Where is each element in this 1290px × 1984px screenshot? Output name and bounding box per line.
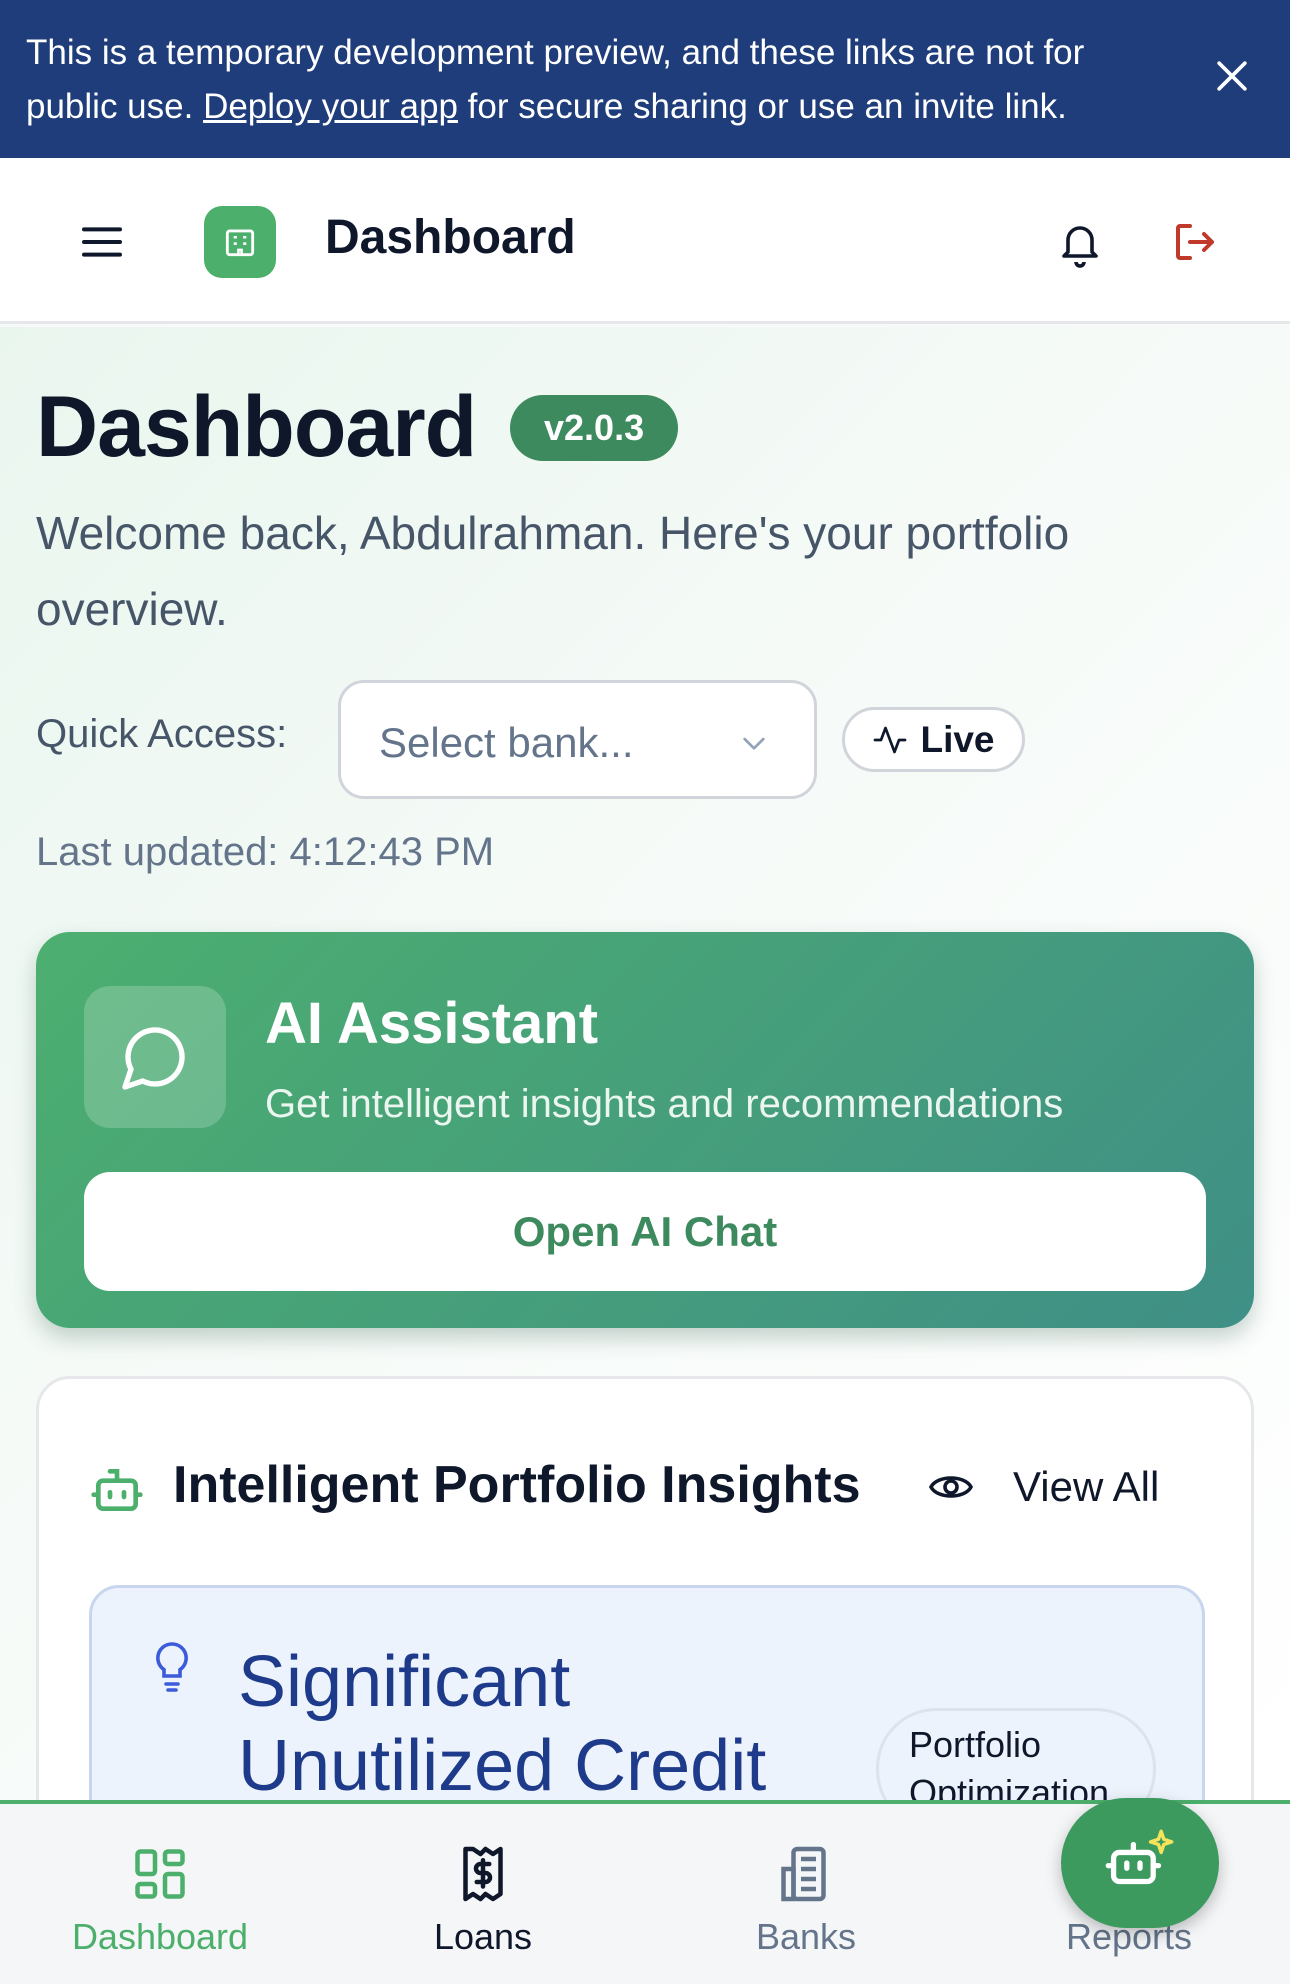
insights-title: Intelligent Portfolio Insights [173,1456,861,1514]
close-icon[interactable] [1210,54,1254,98]
logout-icon[interactable] [1170,218,1218,266]
message-circle-icon [122,1027,185,1090]
header-title: Dashboard [325,211,576,264]
receipt-dollar-icon [463,1846,503,1902]
live-status-button[interactable]: Live [842,707,1025,772]
live-label: Live [920,718,995,760]
building-icon [225,229,255,257]
ai-assistant-fab[interactable] [1061,1798,1219,1928]
bank-select[interactable]: Select bank... [338,680,817,799]
grid-icon [135,1849,185,1899]
bank-select-placeholder: Select bank... [379,719,634,766]
deploy-app-link[interactable]: Deploy your app [203,87,458,126]
insight-title: Significant Unutilized Credit [238,1642,767,1806]
nav-label-banks: Banks [755,1916,857,1957]
banner-text-end: for secure sharing or use an invite link… [457,87,1067,126]
nav-item-banks[interactable]: Banks [676,1844,936,1958]
nav-item-loans[interactable]: Loans [353,1844,613,1958]
building-icon [781,1846,826,1902]
last-updated: Last updated: 4:12:43 PM [36,830,495,874]
portfolio-insights-card: Intelligent Portfolio Insights View All … [36,1376,1254,1885]
lightbulb-icon [156,1642,188,1692]
app-logo [204,206,276,278]
nav-item-dashboard[interactable]: Dashboard [30,1844,290,1958]
ai-assistant-card: AI Assistant Get intelligent insights an… [36,932,1254,1328]
open-ai-chat-button[interactable]: Open AI Chat [84,1172,1206,1291]
ai-assistant-title: AI Assistant [265,991,599,1056]
bot-icon [91,1469,143,1511]
welcome-text: Welcome back, Abdulrahman. Here's your p… [36,507,1070,635]
hamburger-menu-icon[interactable] [80,224,124,260]
activity-icon [874,726,907,753]
preview-banner-text: This is a temporary development preview,… [26,26,1166,134]
app-header: Dashboard [0,158,1290,324]
view-all-button[interactable]: View All [927,1459,1159,1515]
nav-label-dashboard: Dashboard [71,1916,249,1957]
ai-chat-icon-box [84,986,226,1128]
preview-banner: This is a temporary development preview,… [0,0,1290,158]
quick-access-label: Quick Access: [36,712,288,756]
page-title: Dashboard [36,379,477,475]
bell-icon[interactable] [1056,218,1104,270]
bot-sparkle-icon [1105,1829,1174,1885]
eye-icon [928,1476,974,1498]
chevron-down-icon [743,737,765,750]
nav-label-loans: Loans [433,1916,533,1957]
view-all-label: View All [1013,1463,1160,1510]
version-badge: v2.0.3 [510,395,679,461]
ai-assistant-subtitle: Get intelligent insights and recommendat… [265,1082,1064,1126]
